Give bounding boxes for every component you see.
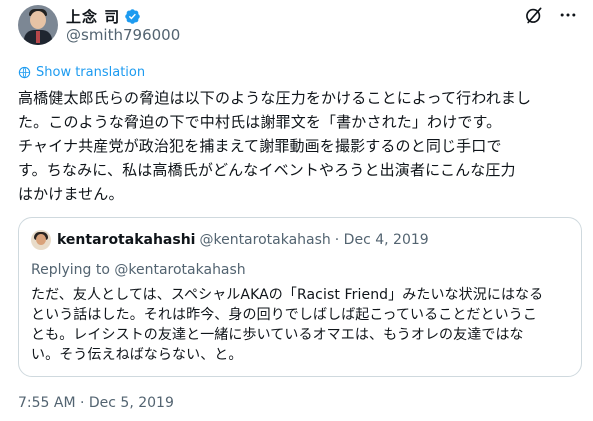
quoted-line: という話はした。それは昨今、身の回りでしばしば起こっていることだというこ bbox=[31, 307, 537, 323]
quoted-author-name: kentarotakahashi bbox=[57, 232, 196, 248]
quoted-tweet-date: · Dec 4, 2019 bbox=[334, 232, 429, 248]
replying-to-label: Replying to @kentarotakahash bbox=[31, 262, 246, 278]
tweet-line: 高橋健太郎氏らの脅迫は以下のような圧力をかけることによって行われまし bbox=[18, 89, 532, 107]
quoted-tweet-text: ただ、友人としては、スペシャルAKAの「Racist Friend」みたいな状況… bbox=[31, 285, 567, 365]
tweet-line: す。ちなみに、私は高橋氏がどんなイベントやろうと出演者にこんな圧力 bbox=[18, 161, 516, 179]
show-translation-link[interactable]: Show translation bbox=[18, 65, 145, 80]
quoted-line: ただ、友人としては、スペシャルAKAの「Racist Friend」みたいな状況… bbox=[31, 287, 544, 303]
quoted-line: とも。レイシストの友達と一緒に歩いているオマエは、もうオレの友達ではな bbox=[31, 327, 524, 343]
tweet-timestamp[interactable]: 7:55 AM · Dec 5, 2019 bbox=[18, 395, 174, 411]
author-name-row: 上念 司 bbox=[66, 6, 141, 26]
quoted-author-handle: @kentarotakahash bbox=[199, 232, 331, 248]
verified-badge-icon bbox=[125, 8, 140, 24]
translate-icon bbox=[18, 66, 31, 79]
grok-icon[interactable] bbox=[524, 5, 544, 25]
tweet-header: 上念 司 @smith796000 bbox=[18, 5, 578, 47]
author-display-name[interactable]: 上念 司 bbox=[66, 6, 120, 27]
tweet-line: た。このような脅迫の下で中村氏は謝罪文を「書かされた」わけです。 bbox=[18, 113, 502, 131]
quoted-tweet[interactable]: kentarotakahashi @kentarotakahash · Dec … bbox=[18, 217, 582, 377]
top-actions bbox=[524, 5, 578, 25]
author-avatar[interactable] bbox=[18, 5, 58, 45]
quoted-tweet-header: kentarotakahashi @kentarotakahash · Dec … bbox=[31, 230, 429, 250]
quoted-author-avatar bbox=[31, 230, 51, 250]
tweet-line: はかけません。 bbox=[18, 185, 124, 203]
tweet-text: 高橋健太郎氏らの脅迫は以下のような圧力をかけることによって行われまし た。このよ… bbox=[18, 86, 584, 206]
quoted-line: い。そう伝えねばならない、と。 bbox=[31, 347, 243, 363]
show-translation-label: Show translation bbox=[36, 65, 146, 80]
more-icon[interactable] bbox=[558, 5, 578, 25]
tweet-line: チャイナ共産党が政治犯を捕まえて謝罪動画を撮影するのと同じ手口で bbox=[18, 137, 502, 155]
author-handle[interactable]: @smith796000 bbox=[66, 26, 180, 44]
